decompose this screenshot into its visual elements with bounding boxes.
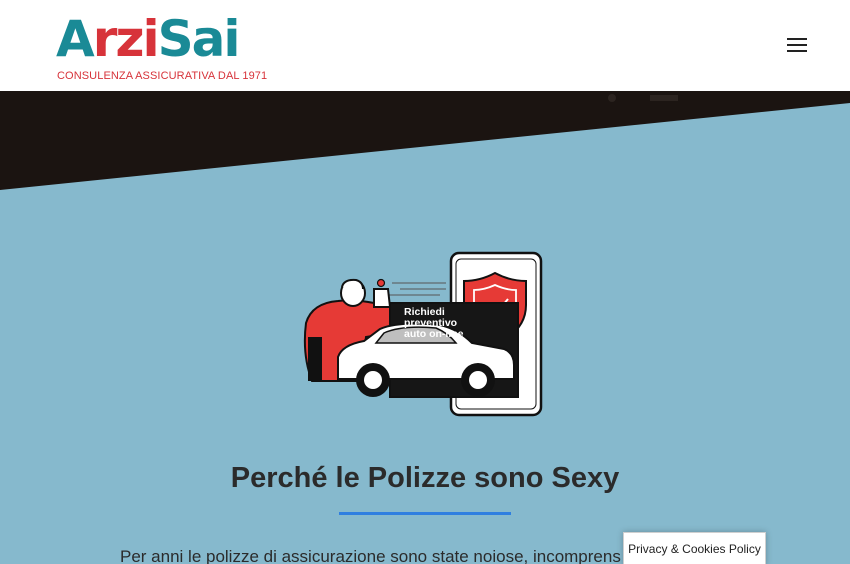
- logo-letter-a: A: [56, 10, 95, 68]
- title-underline: [339, 512, 511, 515]
- logo-tagline: CONSULENZA ASSICURATIVA DAL 1971: [57, 70, 268, 82]
- illustration-sign-text: Richiedi preventivo auto on-line: [404, 306, 464, 340]
- logo-letters-sai: Sai: [157, 10, 241, 68]
- logo-letters-rzi: rzi: [92, 10, 160, 68]
- privacy-cookies-policy-button[interactable]: Privacy & Cookies Policy: [623, 532, 766, 564]
- hero-illustration: Richiedi preventivo auto on-line: [290, 245, 560, 425]
- site-header: ArziSai CONSULENZA ASSICURATIVA DAL 1971: [0, 0, 850, 91]
- hamburger-menu-icon[interactable]: [784, 34, 810, 56]
- site-logo[interactable]: ArziSai CONSULENZA ASSICURATIVA DAL 1971: [56, 8, 267, 86]
- logo-wordmark: ArziSai: [56, 8, 241, 70]
- page-title: Perché le Polizze sono Sexy: [230, 462, 620, 494]
- hero-dark-band: [0, 91, 850, 201]
